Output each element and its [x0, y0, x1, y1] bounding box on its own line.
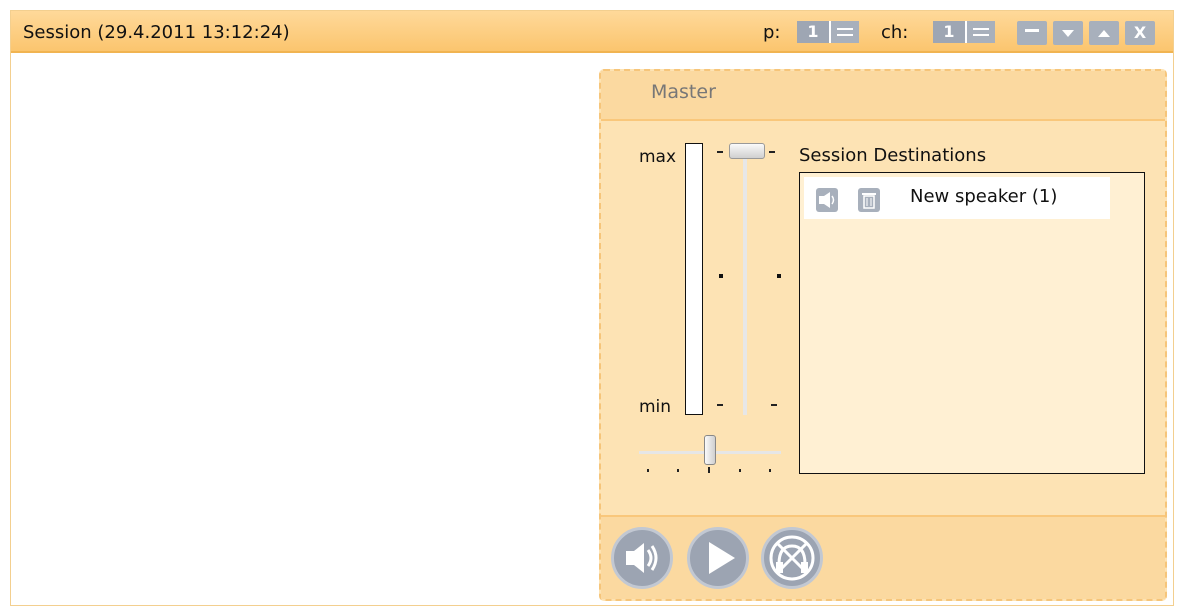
arrow-down-icon — [1062, 30, 1074, 37]
meter-min-label: min — [639, 397, 672, 417]
speaker-icon — [626, 543, 658, 573]
balance-ticks — [639, 467, 781, 475]
volume-tick — [771, 404, 777, 406]
channel-spinner[interactable] — [965, 21, 995, 43]
page-spinner[interactable] — [829, 21, 859, 43]
session-destinations-list[interactable]: New speaker (1) — [799, 172, 1145, 474]
move-up-button[interactable] — [1089, 21, 1119, 45]
master-title: Master — [651, 81, 716, 103]
volume-track[interactable] — [743, 149, 747, 415]
master-controls — [601, 515, 1165, 599]
balance-slider[interactable] — [639, 433, 781, 477]
minimize-icon — [1025, 29, 1039, 32]
meter-max-label: max — [639, 147, 677, 167]
channel-number[interactable]: 1 — [933, 21, 965, 43]
speaker-button[interactable] — [611, 527, 673, 589]
page-number[interactable]: 1 — [797, 21, 829, 43]
arrow-up-icon — [1098, 30, 1110, 37]
balance-tick — [739, 469, 741, 472]
page-label: p: — [763, 22, 781, 43]
session-destinations-label: Session Destinations — [799, 145, 987, 166]
volume-tick — [719, 274, 723, 278]
balance-tick — [708, 467, 710, 473]
headphones-icon — [769, 535, 815, 581]
minimize-button[interactable] — [1017, 21, 1047, 45]
trash-icon[interactable] — [858, 188, 880, 212]
list-item[interactable]: New speaker (1) — [804, 177, 1110, 219]
close-button[interactable]: X — [1125, 21, 1155, 45]
master-panel: Master max min Session Destinations New … — [599, 69, 1167, 601]
window-title: Session (29.4.2011 13:12:24) — [23, 22, 290, 43]
speaker-icon[interactable] — [816, 188, 838, 212]
volume-tick — [777, 274, 781, 278]
move-down-button[interactable] — [1053, 21, 1083, 45]
volume-tick — [769, 151, 775, 153]
balance-tick — [677, 469, 679, 472]
play-icon — [709, 542, 735, 574]
balance-tick — [647, 469, 649, 472]
volume-slider-handle[interactable] — [729, 143, 765, 159]
master-header: Master — [601, 71, 1165, 121]
volume-tick — [717, 404, 723, 406]
session-window: Session (29.4.2011 13:12:24) p: 1 ch: 1 … — [10, 10, 1174, 606]
volume-tick — [717, 151, 723, 153]
titlebar: Session (29.4.2011 13:12:24) p: 1 ch: 1 … — [11, 11, 1173, 53]
headphones-button[interactable] — [761, 527, 823, 589]
balance-slider-handle[interactable] — [704, 435, 716, 465]
channel-label: ch: — [881, 22, 909, 43]
play-button[interactable] — [687, 527, 749, 589]
balance-tick — [769, 469, 771, 472]
level-meter — [685, 143, 703, 415]
destination-name: New speaker (1) — [910, 186, 1058, 207]
